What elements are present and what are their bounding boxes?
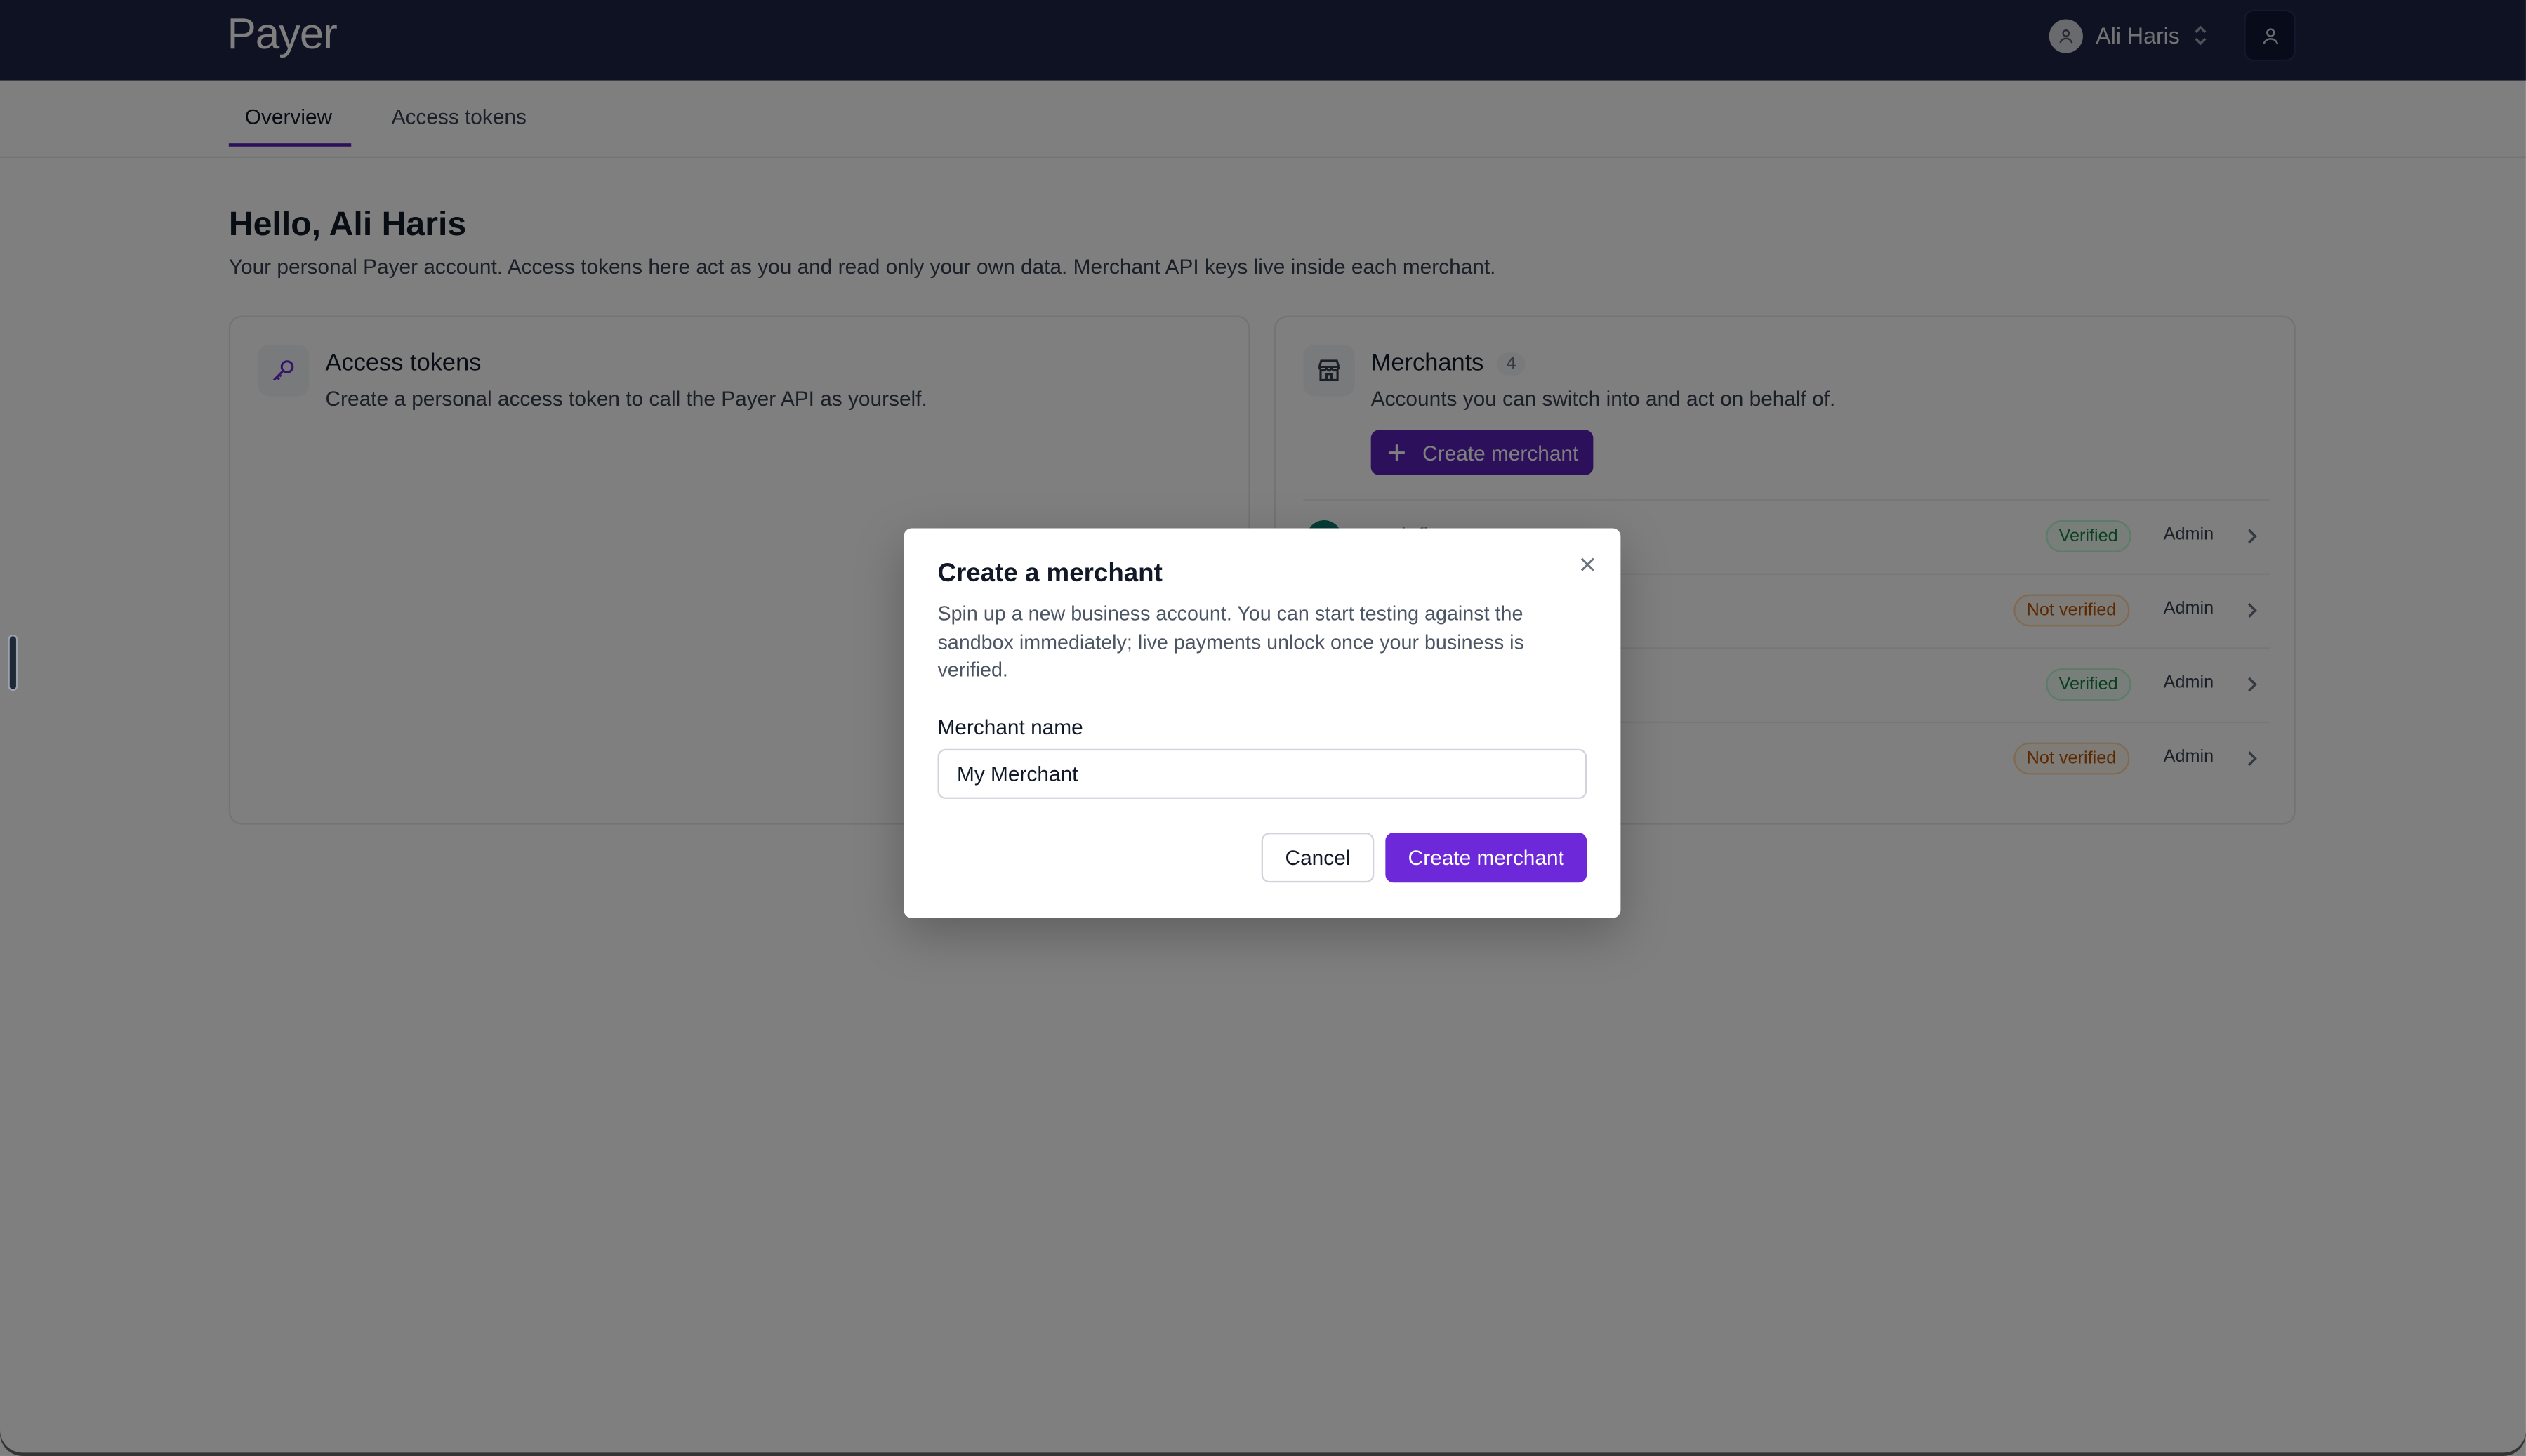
cancel-button[interactable]: Cancel <box>1261 833 1375 883</box>
merchant-name-label: Merchant name <box>937 715 1083 740</box>
dialog-description: Spin up a new business account. You can … <box>937 602 1524 682</box>
dialog-title: Create a merchant <box>937 560 1163 588</box>
app-window: Payer Ali Haris Overview Access tokens H… <box>0 0 2526 1456</box>
create-merchant-submit-button[interactable]: Create merchant <box>1385 833 1587 883</box>
close-icon[interactable] <box>1575 552 1598 575</box>
scrollbar-handle[interactable] <box>8 634 18 691</box>
merchant-name-input[interactable] <box>937 748 1587 799</box>
create-merchant-dialog: Create a merchant Spin up a new business… <box>904 528 1621 918</box>
